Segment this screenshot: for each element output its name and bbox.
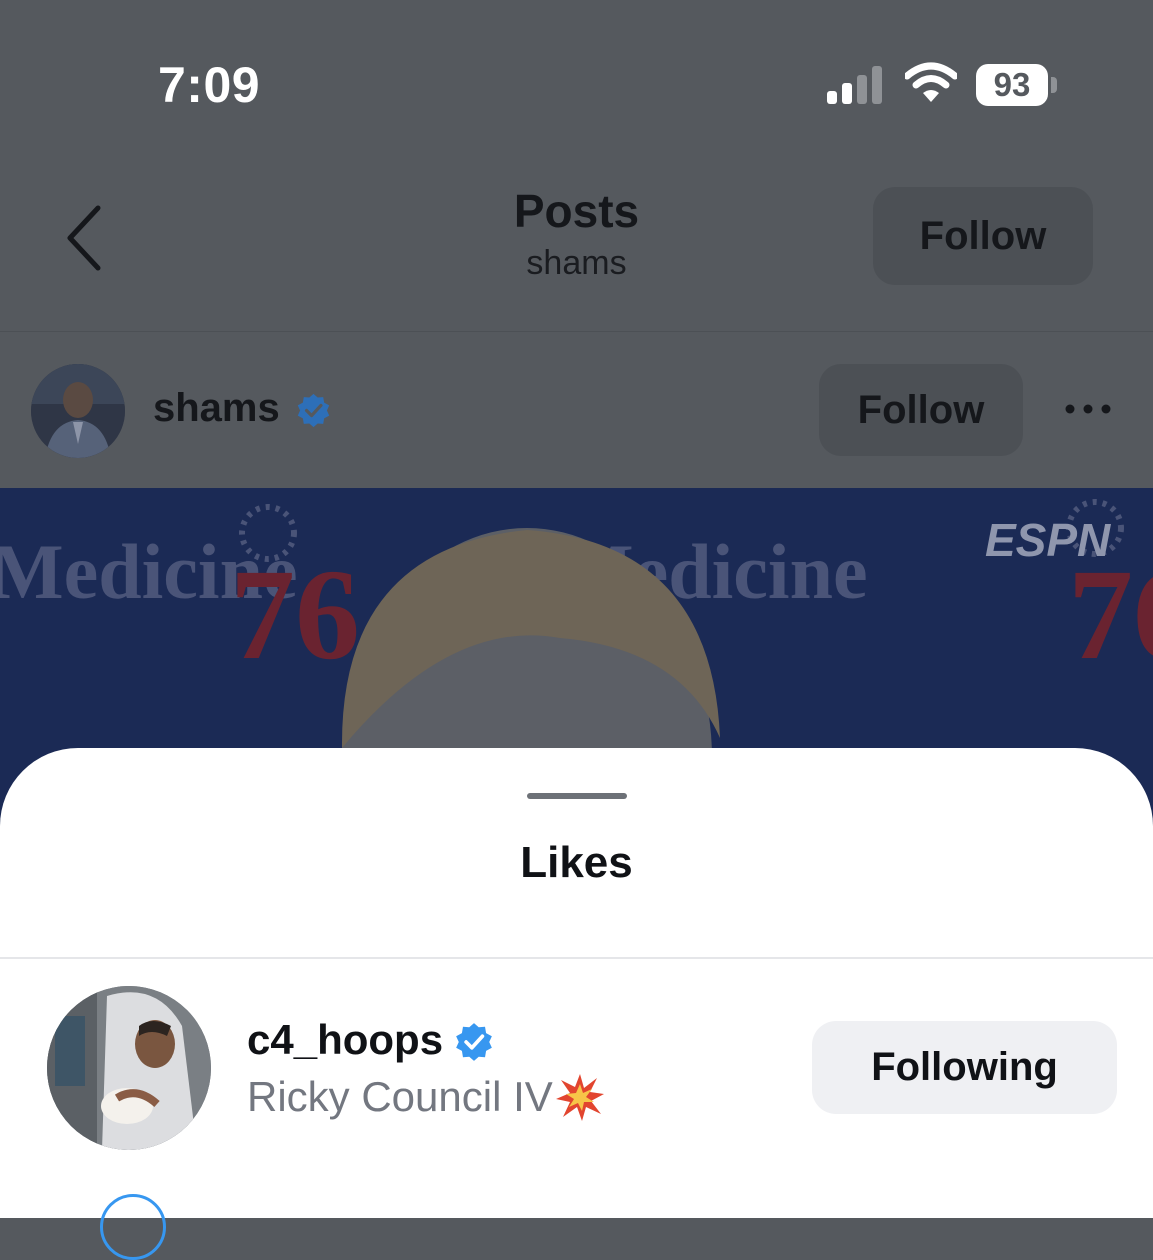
sheet-divider (0, 957, 1153, 959)
sheet-title: Likes (520, 838, 633, 887)
following-button[interactable]: Following (812, 1021, 1117, 1114)
status-time: 7:09 (158, 57, 261, 113)
wifi-icon (905, 62, 957, 102)
battery-level: 93 (993, 66, 1031, 103)
status-bar: 7:09 93 (0, 0, 1153, 150)
collision-icon (556, 1074, 604, 1121)
avatar[interactable] (47, 986, 211, 1150)
espn-logo: ESPN (985, 514, 1111, 566)
avatar-photo (31, 364, 125, 458)
username[interactable]: c4_hoops (247, 1016, 443, 1064)
more-horizontal-icon[interactable] (1064, 403, 1112, 415)
sheet-grabber[interactable] (527, 793, 627, 799)
post-username[interactable]: shams (153, 386, 280, 431)
avatar[interactable] (100, 1194, 166, 1260)
header-follow-button[interactable]: Follow (873, 187, 1093, 285)
verified-badge-icon (456, 1023, 492, 1061)
full-name: Ricky Council IV (247, 1073, 553, 1120)
verified-badge-icon (297, 393, 330, 428)
cellular-signal-icon (827, 66, 885, 104)
battery-tip (1051, 77, 1057, 93)
avatar-photo (47, 986, 211, 1150)
post-follow-button[interactable]: Follow (819, 364, 1023, 456)
battery-icon: 93 (976, 64, 1048, 106)
backdrop-logo: 76 (230, 543, 360, 687)
avatar[interactable] (31, 364, 125, 458)
